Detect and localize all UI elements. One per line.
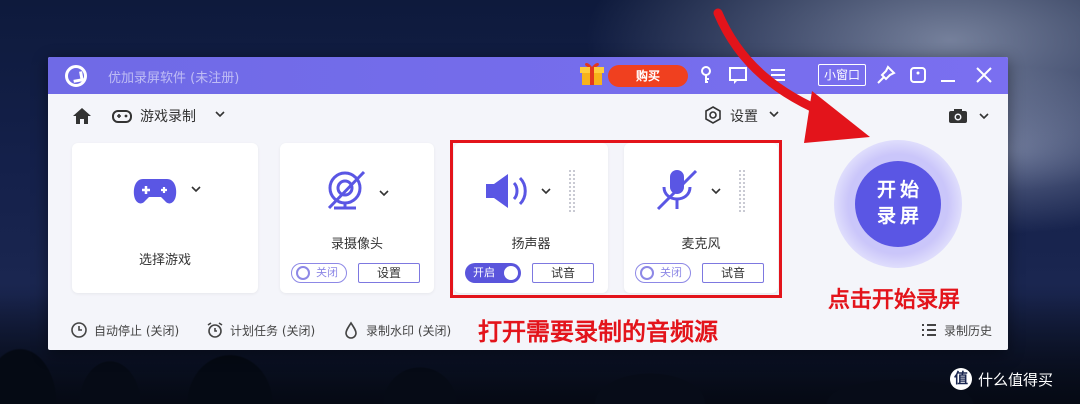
buy-button[interactable]: 购买 (608, 65, 688, 87)
chevron-down-icon[interactable] (214, 108, 226, 120)
gift-icon[interactable] (576, 57, 608, 89)
mode-selector[interactable]: 游戏录制 (140, 106, 196, 126)
toggle-knob (296, 266, 310, 280)
auto-stop-label: 自动停止 (关闭) (94, 323, 180, 338)
clock-icon (71, 322, 87, 338)
audio-source-annotation: 打开需要录制的音频源 (478, 318, 718, 346)
select-game-card[interactable]: 选择游戏 (72, 143, 258, 293)
app-logo-icon (65, 65, 87, 87)
close-icon[interactable] (974, 65, 994, 85)
skin-icon[interactable] (908, 65, 928, 85)
screenshot-camera-icon[interactable] (948, 108, 968, 124)
site-name: 什么值得买 (978, 370, 1054, 389)
audio-source-highlight (450, 140, 782, 298)
start-button-line1: 开始 (876, 179, 923, 201)
chevron-down-icon[interactable] (190, 183, 202, 195)
select-game-label: 选择游戏 (138, 253, 191, 268)
watermark-label: 录制水印 (关闭) (366, 323, 452, 338)
gamepad-icon (112, 110, 132, 123)
camera-toggle[interactable]: 关闭 (291, 263, 347, 283)
camera-off-icon (327, 170, 366, 210)
camera-toggle-label: 关闭 (316, 266, 338, 279)
auto-stop-setting[interactable]: 自动停止 (关闭) (70, 321, 179, 339)
start-button-line2: 录屏 (876, 205, 923, 227)
list-icon (922, 324, 936, 336)
site-watermark: 值 什么值得买 (950, 368, 1053, 390)
camera-card[interactable]: 录摄像头 关闭 设置 (280, 143, 434, 293)
chevron-down-icon[interactable] (978, 110, 990, 122)
alarm-clock-icon (207, 322, 223, 338)
site-logo-icon: 值 (950, 368, 972, 390)
click-start-annotation: 点击开始录屏 (828, 288, 961, 313)
start-recording-button[interactable]: 开始 录屏 (855, 161, 941, 247)
watermark-setting[interactable]: 录制水印 (关闭) (342, 321, 451, 339)
gamepad-icon (133, 179, 177, 204)
minimize-icon[interactable] (938, 65, 958, 85)
home-icon[interactable] (72, 107, 92, 125)
camera-settings-button[interactable]: 设置 (358, 263, 420, 283)
chevron-down-icon[interactable] (378, 187, 390, 199)
schedule-setting[interactable]: 计划任务 (关闭) (206, 321, 315, 339)
camera-label: 录摄像头 (330, 237, 383, 252)
history-button[interactable]: 录制历史 (920, 321, 992, 339)
history-label: 录制历史 (944, 323, 993, 338)
red-arrow-annotation (713, 8, 870, 143)
droplet-icon (345, 321, 357, 339)
app-title: 优加录屏软件 (未注册) (108, 71, 240, 86)
schedule-label: 计划任务 (关闭) (230, 323, 316, 338)
